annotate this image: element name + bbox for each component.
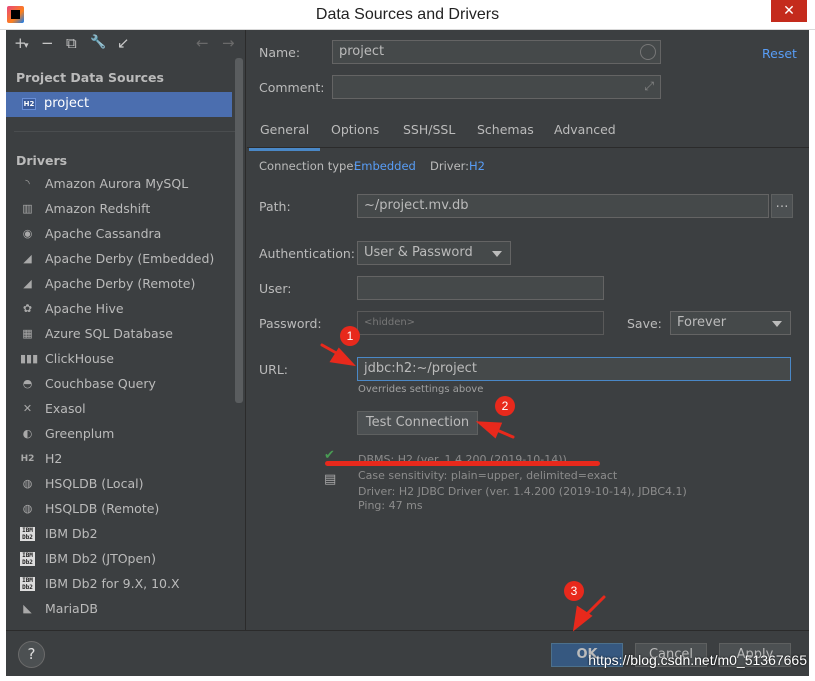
annotation-badge-3: 3 [564, 581, 584, 601]
arrow-2-head [475, 421, 503, 439]
underline-annotation [325, 461, 600, 466]
watermark: https://blog.csdn.net/m0_51367665 [588, 652, 807, 668]
annotation-badge-1: 1 [340, 326, 360, 346]
arrow-3-head [572, 605, 593, 632]
annotation-overlay [320, 343, 606, 632]
annotation-badge-2: 2 [495, 396, 515, 416]
